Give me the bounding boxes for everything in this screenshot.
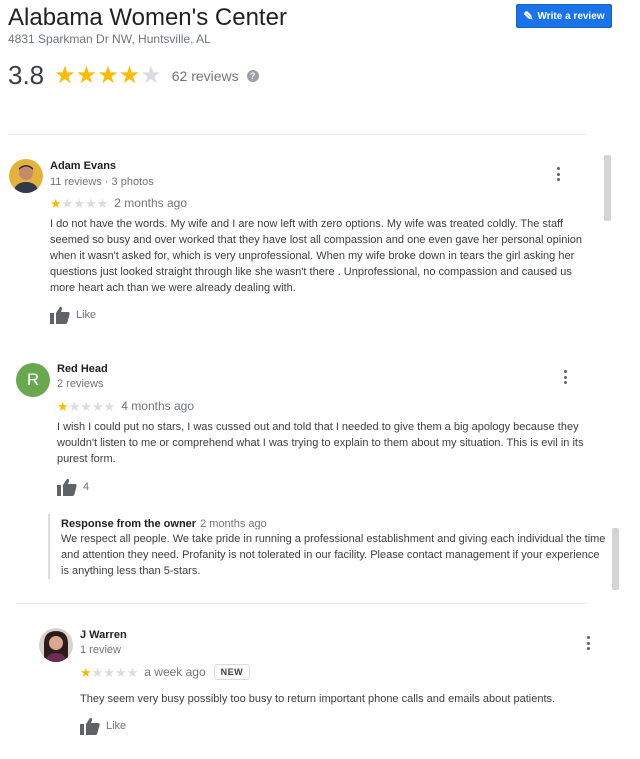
business-address: 4831 Sparkman Dr NW, Huntsville, AL	[8, 32, 211, 46]
review-text: I wish I could put no stars, I was cusse…	[57, 421, 584, 465]
owner-response-heading: Response from the owner 2 months ago	[61, 518, 608, 530]
reviewer-name[interactable]: Adam Evans	[50, 160, 116, 172]
reviewer-name[interactable]: Red Head	[57, 363, 108, 375]
star-empty-icon: ★	[126, 664, 139, 680]
like-button[interactable]: Like	[80, 717, 126, 735]
divider	[16, 603, 586, 604]
star-icon: ★	[57, 398, 69, 414]
pencil-icon: ✎	[523, 9, 534, 23]
review-rating: ★ ★ ★ ★ ★ 4 months ago	[57, 399, 194, 413]
star-icon: ★	[80, 664, 92, 680]
review-rating: ★ ★ ★ ★ ★ a week ago NEW	[80, 664, 251, 680]
reviewer-meta: 1 review	[80, 644, 121, 656]
rating-value: 3.8	[8, 60, 45, 90]
star-icon: ★	[118, 61, 141, 89]
like-label: Like	[106, 720, 127, 732]
scrollbar-thumb[interactable]	[612, 528, 619, 590]
star-icon: ★	[75, 61, 98, 89]
like-label: Like	[76, 309, 97, 321]
star-empty-icon: ★	[96, 195, 109, 211]
help-icon[interactable]: ?	[246, 69, 259, 82]
new-badge: NEW	[213, 664, 251, 680]
rating-summary: 3.8 ★ ★ ★ ★ ★ 62 reviews ?	[8, 60, 259, 91]
owner-response-text: We respect all people. We take pride in …	[61, 533, 606, 577]
star-empty-icon: ★	[84, 195, 97, 211]
like-count: 4	[83, 481, 90, 493]
review-text: I do not have the words. My wife and I a…	[50, 218, 583, 294]
review-date: 2 months ago	[114, 196, 187, 210]
more-options-icon[interactable]	[582, 635, 594, 651]
write-review-button[interactable]: ✎ Write a review	[516, 4, 612, 28]
owner-response-date: 2 months ago	[200, 518, 267, 530]
more-options-icon[interactable]	[552, 166, 564, 182]
rating-stars: ★ ★ ★ ★ ★	[54, 61, 162, 89]
star-empty-icon: ★	[140, 61, 162, 89]
write-review-label: Write a review	[537, 10, 605, 22]
like-button[interactable]: Like	[50, 306, 96, 324]
star-icon: ★	[54, 61, 76, 89]
divider	[8, 134, 586, 135]
star-empty-icon: ★	[114, 664, 127, 680]
reviewer-meta: 2 reviews	[57, 378, 104, 390]
review-rating: ★ ★ ★ ★ ★ 2 months ago	[50, 196, 187, 210]
star-empty-icon: ★	[103, 398, 116, 414]
more-options-icon[interactable]	[559, 369, 571, 385]
star-empty-icon: ★	[73, 195, 85, 211]
review-date: a week ago	[144, 665, 206, 679]
star-empty-icon: ★	[91, 664, 104, 680]
owner-response: Response from the owner 2 months ago We r…	[48, 514, 608, 579]
review-text: They seem very busy possibly too busy to…	[80, 693, 556, 705]
star-empty-icon: ★	[91, 398, 104, 414]
business-name: Alabama Women's Center	[8, 4, 287, 31]
star-icon: ★	[97, 61, 119, 89]
star-empty-icon: ★	[68, 398, 81, 414]
star-icon: ★	[50, 195, 62, 211]
star-empty-icon: ★	[80, 398, 92, 414]
thumbs-up-icon	[80, 717, 100, 735]
scrollbar-thumb[interactable]	[604, 155, 611, 221]
avatar[interactable]	[39, 628, 73, 662]
thumbs-up-icon	[57, 478, 77, 496]
like-button[interactable]: 4	[57, 478, 89, 496]
owner-response-title: Response from the owner	[61, 518, 197, 530]
thumbs-up-icon	[50, 306, 70, 324]
review-date: 4 months ago	[121, 399, 194, 413]
reviewer-name[interactable]: J Warren	[80, 629, 127, 641]
reviewer-meta: 11 reviews · 3 photos	[50, 176, 154, 188]
star-empty-icon: ★	[61, 195, 74, 211]
avatar[interactable]: R	[16, 363, 50, 397]
avatar[interactable]	[9, 159, 43, 193]
review-count[interactable]: 62 reviews	[172, 68, 239, 84]
star-empty-icon: ★	[103, 664, 115, 680]
